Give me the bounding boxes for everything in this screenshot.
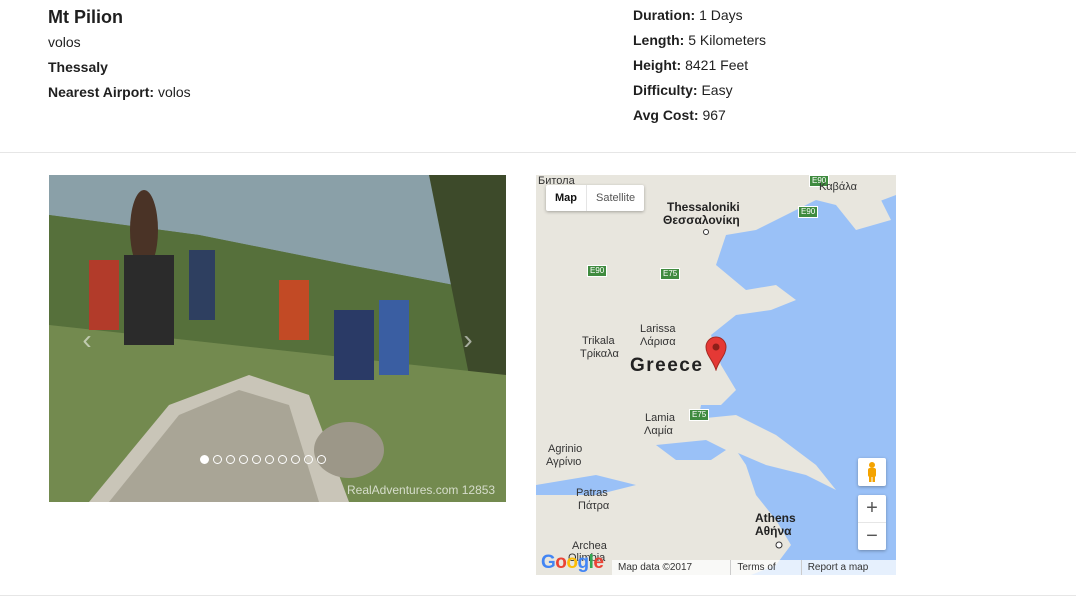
nearest-airport: Nearest Airport: volos [48,80,191,105]
stat-duration: Duration: 1 Days [633,3,766,28]
stat-value: 8421 Feet [685,57,749,73]
stat-height: Height: 8421 Feet [633,53,766,78]
route-shield: E75 [660,268,681,280]
stat-label: Height: [633,57,682,73]
carousel-next-button[interactable]: › [456,325,480,355]
stat-difficulty: Difficulty: Easy [633,78,766,103]
divider-bottom [0,595,1076,596]
stat-value: 5 Kilometers [688,32,767,48]
stat-label: Difficulty: [633,82,698,98]
map-label-agrinio: Agrinio [548,443,583,455]
street-view-button[interactable] [858,458,886,486]
map-type-control: Map Satellite [546,185,645,211]
map-label-archea: Archea [572,540,607,552]
photo-watermark: RealAdventures.com 12853 [347,483,496,497]
map-label-greece: Greece [630,355,704,376]
map-label-trikala-gr: Τρίκαλα [580,348,619,360]
trip-stats: Duration: 1 Days Length: 5 Kilometers He… [633,3,766,128]
map-label-trikala: Trikala [582,335,615,347]
carousel-indicator-dot[interactable] [213,455,222,464]
carousel-indicator-dot[interactable] [226,455,235,464]
trip-region: Thessaly [48,59,108,75]
chevron-left-icon: ‹ [82,324,92,355]
map-label-thessaloniki: Thessaloniki [667,200,740,214]
stat-label: Duration: [633,7,696,23]
map-label-larissa: Larissa [640,323,676,335]
zoom-in-button[interactable]: + [858,495,886,523]
route-shield: E90 [587,265,608,277]
map-attribution: Map data ©2017 Google Terms of Use Repor… [612,560,896,575]
carousel-indicator-dot[interactable] [265,455,274,464]
nearest-airport-value: volos [157,84,191,100]
divider-top [0,152,1076,153]
map-label-athens-gr: Αθήνα [755,524,792,538]
stat-avg-cost: Avg Cost: 967 [633,103,766,128]
map-label-thessaloniki-gr: Θεσσαλονίκη [663,213,740,227]
carousel-indicators [200,455,326,464]
zoom-control: + − [858,495,886,550]
nearest-airport-label: Nearest Airport: [48,84,155,100]
stat-length: Length: 5 Kilometers [633,28,766,53]
chevron-right-icon: › [463,324,473,355]
stat-label: Length: [633,32,685,48]
stat-value: Easy [701,82,733,98]
map-label-patras-gr: Πάτρα [578,500,610,512]
map-terms-link[interactable]: Terms of Use [730,560,800,575]
carousel-indicator-dot[interactable] [252,455,261,464]
hikers-photo [49,175,506,502]
map-type-map-button[interactable]: Map [546,185,586,211]
pegman-icon [868,462,876,482]
zoom-out-button[interactable]: − [858,523,886,550]
carousel-indicator-dot[interactable] [239,455,248,464]
stat-value: 1 Days [699,7,743,23]
carousel-indicator-dot[interactable] [317,455,326,464]
google-logo: Google [541,552,604,573]
map-label-patras: Patras [576,487,608,499]
route-shield: E75 [689,409,710,421]
trip-title: Mt Pilion [48,7,123,27]
route-shield: E90 [798,206,819,218]
map-label-lamia: Lamia [645,412,675,424]
stat-value: 967 [702,107,726,123]
photo-carousel[interactable]: ‹ › RealAdventures.com 12853 [49,175,506,502]
carousel-indicator-dot[interactable] [278,455,287,464]
trip-info: Mt Pilion volos Thessaly Nearest Airport… [48,6,191,105]
map-label-agrinio-gr: Αγρίνιο [546,456,582,468]
carousel-indicator-dot[interactable] [200,455,209,464]
map-label-larissa-gr: Λάρισα [640,336,676,348]
map-type-satellite-button[interactable]: Satellite [586,185,644,211]
map-report-link[interactable]: Report a map error [800,560,896,575]
map-view[interactable]: E90 E90 E90 E75 E75 Битола Καβάλα Thessa… [536,175,896,575]
map-tiles [536,175,896,575]
carousel-indicator-dot[interactable] [304,455,313,464]
trip-location: volos [48,34,81,50]
stat-label: Avg Cost: [633,107,699,123]
carousel-indicator-dot[interactable] [291,455,300,464]
carousel-prev-button[interactable]: ‹ [75,325,99,355]
map-label-kavala: Καβάλα [819,181,857,193]
location-marker-icon[interactable] [704,335,728,371]
map-label-athens: Athens [755,511,796,525]
map-data-text: Map data ©2017 Google [618,562,693,573]
map-label-lamia-gr: Λαμία [644,425,673,437]
